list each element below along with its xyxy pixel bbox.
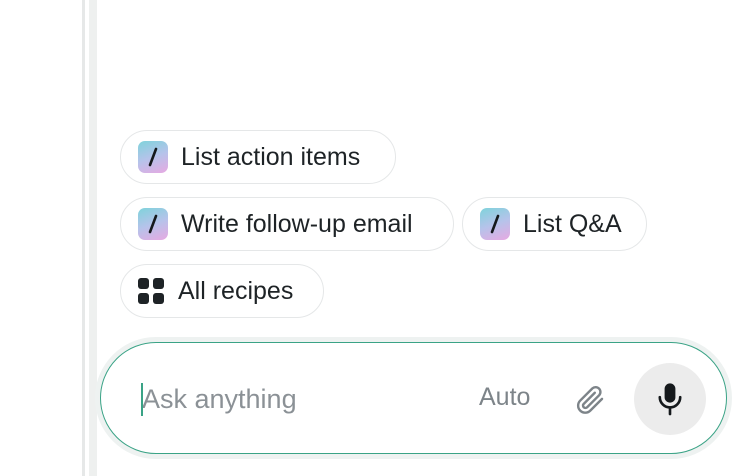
chat-panel: List action items Write follow-up email … <box>0 0 738 476</box>
left-rail <box>0 0 82 476</box>
recipe-chip-write-follow-up-email[interactable]: Write follow-up email <box>120 197 454 251</box>
recipe-chip-label: List Q&A <box>523 209 622 238</box>
composer: Auto <box>100 342 727 454</box>
ask-input[interactable] <box>142 377 442 421</box>
recipe-chip-label: List action items <box>181 142 361 171</box>
paperclip-icon[interactable] <box>571 381 609 419</box>
recipe-chip-label: All recipes <box>178 276 294 305</box>
recipe-chip-list-action-items[interactable]: List action items <box>120 130 396 184</box>
slash-command-icon <box>138 141 168 173</box>
microphone-icon <box>658 383 682 416</box>
mode-selector[interactable]: Auto <box>479 383 530 412</box>
microphone-button[interactable] <box>634 363 706 435</box>
recipe-chip-list-qa[interactable]: List Q&A <box>462 197 647 251</box>
text-caret <box>141 383 143 416</box>
slash-command-icon <box>480 208 510 240</box>
recipe-chip-label: Write follow-up email <box>181 209 413 238</box>
recipe-chip-all-recipes[interactable]: All recipes <box>120 264 324 318</box>
grid-icon <box>138 278 164 304</box>
slash-command-icon <box>138 208 168 240</box>
